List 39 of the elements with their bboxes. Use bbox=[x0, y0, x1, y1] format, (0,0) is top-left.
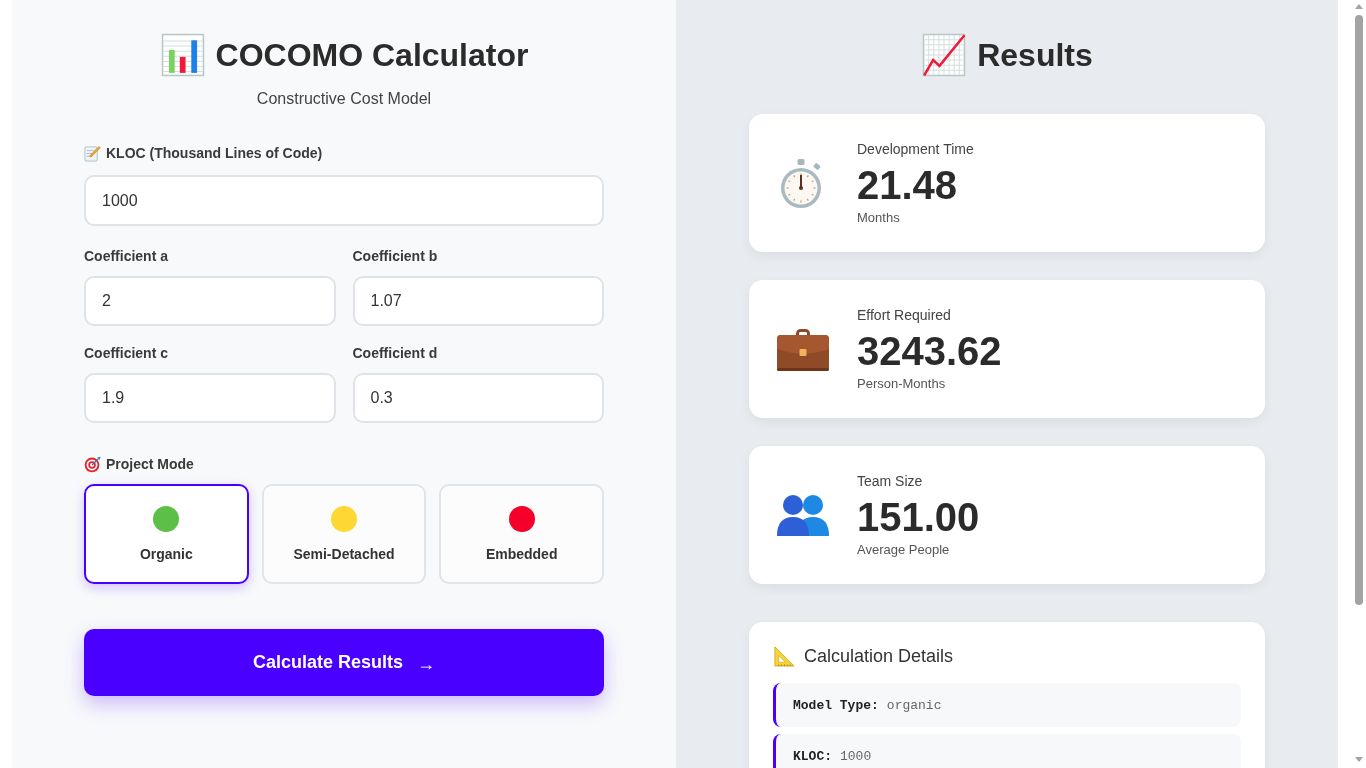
result-value: 21.48 bbox=[857, 161, 958, 208]
result-value: 3243.62 bbox=[857, 327, 1002, 374]
bar-chart-icon bbox=[159, 32, 206, 78]
input-field[interactable]: 1.07 bbox=[352, 276, 604, 326]
field-label: Coefficient d bbox=[352, 344, 438, 362]
scrollbar-thumb[interactable] bbox=[1354, 15, 1363, 605]
input-field[interactable]: 1.9 bbox=[84, 373, 336, 423]
result-label: Team Size bbox=[857, 472, 923, 490]
detail-label: KLOC: bbox=[793, 748, 832, 764]
app-subtitle: Constructive Cost Model bbox=[256, 89, 432, 109]
result-unit: Average People bbox=[857, 541, 950, 558]
target-icon bbox=[84, 455, 101, 473]
app-title: COCOMO Calculator bbox=[215, 36, 529, 75]
detail-value: 1000 bbox=[840, 748, 872, 764]
field-label: Coefficient a bbox=[84, 247, 168, 265]
mode-option[interactable]: Embedded bbox=[439, 484, 604, 584]
result-label: Development Time bbox=[857, 140, 974, 158]
field-label: KLOC (Thousand Lines of Code) bbox=[106, 144, 323, 162]
input-field[interactable]: 0.3 bbox=[352, 373, 604, 423]
memo-pencil-icon bbox=[84, 144, 101, 162]
result-value: 151.00 bbox=[857, 493, 980, 540]
calculate-button[interactable]: Calculate Results → bbox=[84, 629, 604, 696]
scroll-up-icon[interactable] bbox=[1354, 4, 1363, 9]
result-unit: Months bbox=[857, 209, 900, 226]
mode-option[interactable]: Semi-Detached bbox=[261, 484, 427, 584]
detail-label: Model Type: bbox=[793, 697, 879, 713]
input-field[interactable]: 2 bbox=[84, 276, 336, 326]
line-chart-icon bbox=[921, 32, 968, 78]
results-title: Results bbox=[977, 36, 1093, 75]
mode-option[interactable]: Organic bbox=[84, 484, 249, 584]
result-label: Effort Required bbox=[857, 306, 951, 324]
scroll-down-icon[interactable] bbox=[1354, 757, 1363, 762]
field-label: Coefficient b bbox=[352, 247, 438, 265]
field-label: Project Mode bbox=[106, 455, 194, 473]
field-label: Coefficient c bbox=[84, 344, 168, 362]
input-field[interactable]: 1000 bbox=[84, 175, 604, 226]
result-unit: Person-Months bbox=[857, 375, 946, 392]
details-title: Calculation Details bbox=[804, 645, 954, 667]
detail-value: organic bbox=[886, 697, 942, 713]
